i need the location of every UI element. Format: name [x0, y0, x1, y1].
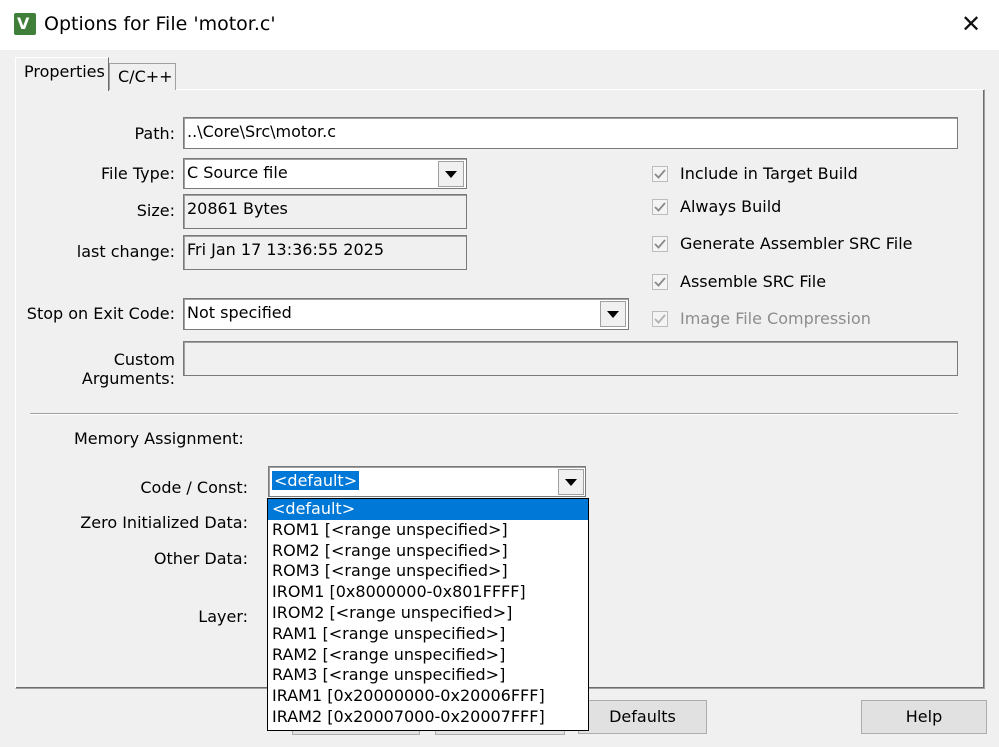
dropdown-option[interactable]: IROM2 [<range unspecified>] [268, 603, 588, 624]
dropdown-option[interactable]: IROM1 [0x8000000-0x801FFFF] [268, 582, 588, 603]
custom-arguments-field [183, 341, 958, 376]
defaults-button[interactable]: Defaults [578, 700, 707, 734]
image-file-compression-checkbox [652, 311, 668, 327]
code-const-dropdown-button[interactable] [558, 469, 584, 495]
dropdown-option[interactable]: ROM1 [<range unspecified>] [268, 520, 588, 541]
generate-assembler-src-label: Generate Assembler SRC File [680, 234, 913, 253]
always-build-checkbox[interactable] [652, 199, 668, 215]
assemble-src-file-checkbox[interactable] [652, 274, 668, 290]
tab-c-cpp[interactable]: C/C++ [109, 63, 176, 90]
filetype-dropdown-button[interactable] [438, 161, 464, 187]
check-icon [654, 314, 666, 324]
code-const-select[interactable]: <default> [268, 466, 586, 497]
stop-exit-code-dropdown-button[interactable] [600, 301, 626, 327]
close-icon[interactable]: ✕ [956, 8, 986, 40]
dropdown-option[interactable]: ROM3 [<range unspecified>] [268, 561, 588, 582]
stop-exit-code-select[interactable]: Not specified [183, 298, 629, 330]
code-const-value: <default> [272, 471, 360, 490]
app-icon-letter: V [17, 14, 30, 33]
dropdown-option[interactable]: RAM1 [<range unspecified>] [268, 624, 588, 645]
check-icon [654, 202, 666, 212]
stop-exit-code-label: Stop on Exit Code: [26, 304, 175, 323]
chevron-down-icon [445, 170, 457, 178]
section-separator [30, 413, 958, 415]
uvision-app-icon: V [14, 13, 36, 35]
filetype-select[interactable]: C Source file [183, 158, 467, 189]
layer-label: Layer: [198, 607, 248, 626]
size-label: Size: [136, 201, 175, 220]
zero-initialized-data-label: Zero Initialized Data: [80, 513, 248, 532]
assemble-src-file-label: Assemble SRC File [680, 272, 827, 291]
always-build-label: Always Build [680, 197, 782, 216]
chevron-down-icon [607, 310, 619, 318]
path-field[interactable]: ..\Core\Src\motor.c [183, 117, 958, 149]
dropdown-option[interactable]: RAM2 [<range unspecified>] [268, 645, 588, 666]
lastchange-value: Fri Jan 17 13:36:55 2025 [183, 235, 467, 270]
memory-assignment-label: Memory Assignment: [74, 429, 244, 448]
check-icon [654, 169, 666, 179]
generate-assembler-src-checkbox[interactable] [652, 236, 668, 252]
code-const-dropdown-list[interactable]: <default> ROM1 [<range unspecified>] ROM… [267, 498, 589, 731]
dropdown-option[interactable]: <default> [268, 499, 588, 520]
check-icon [654, 239, 666, 249]
lastchange-label: last change: [76, 242, 175, 261]
code-const-label: Code / Const: [140, 478, 248, 497]
image-file-compression-label: Image File Compression [680, 309, 871, 328]
dropdown-option[interactable]: IRAM1 [0x20000000-0x20006FFF] [268, 686, 588, 707]
path-label: Path: [134, 124, 175, 143]
size-value: 20861 Bytes [183, 194, 467, 229]
dropdown-option[interactable]: IRAM2 [0x20007000-0x20007FFF] [268, 707, 588, 728]
other-data-label: Other Data: [153, 549, 248, 568]
tab-properties[interactable]: Properties [15, 57, 109, 91]
stop-exit-code-value: Not specified [187, 303, 292, 322]
include-in-target-build-label: Include in Target Build [680, 164, 858, 183]
window-title: Options for File 'motor.c' [44, 13, 276, 35]
tab-c-cpp-label: C/C++ [118, 67, 173, 86]
help-button[interactable]: Help [861, 700, 987, 734]
chevron-down-icon [565, 478, 577, 486]
include-in-target-build-checkbox[interactable] [652, 166, 668, 182]
tab-properties-label: Properties [24, 62, 105, 81]
filetype-label: File Type: [101, 164, 175, 183]
custom-arguments-label: Custom Arguments: [81, 350, 175, 388]
dropdown-option[interactable]: ROM2 [<range unspecified>] [268, 541, 588, 562]
filetype-value: C Source file [187, 163, 288, 182]
dropdown-option[interactable]: RAM3 [<range unspecified>] [268, 665, 588, 686]
check-icon [654, 277, 666, 287]
